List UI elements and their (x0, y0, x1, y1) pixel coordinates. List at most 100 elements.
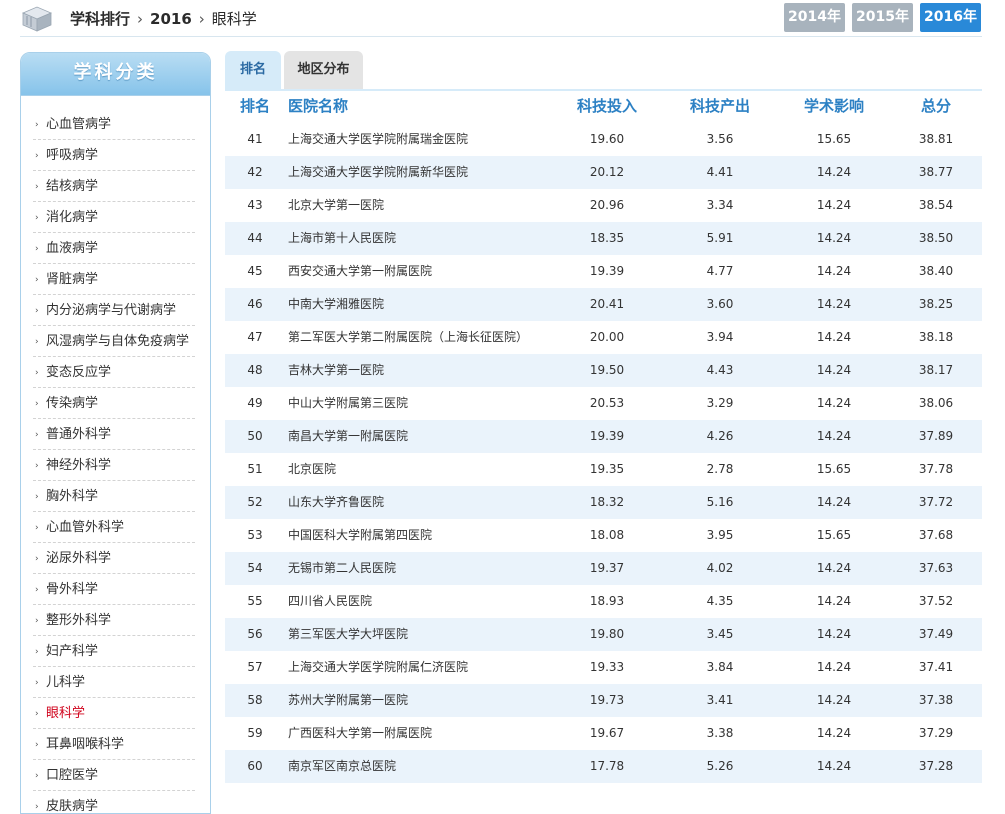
breadcrumb-year[interactable]: 2016 (150, 10, 192, 28)
sidebar-item-label: 普通外科学 (46, 427, 112, 442)
sidebar-item[interactable]: › 血液病学 (33, 234, 195, 264)
table-row: 52 山东大学齐鲁医院 18.32 5.16 14.24 37.72 (225, 486, 982, 519)
breadcrumb-root[interactable]: 学科排行 (70, 10, 130, 28)
sidebar-item[interactable]: › 心血管外科学 (33, 513, 195, 543)
output-cell: 5.26 (706, 759, 734, 773)
bullet-arrow-icon: › (35, 275, 39, 285)
output-cell: 5.16 (706, 495, 734, 509)
sidebar-item-label: 耳鼻咽喉科学 (46, 737, 125, 752)
sidebar-item[interactable]: › 消化病学 (33, 203, 195, 233)
hospital-name-cell[interactable]: 山东大学齐鲁医院 (288, 486, 384, 519)
hospital-name-cell[interactable]: 无锡市第二人民医院 (288, 552, 396, 585)
sidebar-item[interactable]: › 普通外科学 (33, 420, 195, 450)
column-header-rank: 排名 (239, 97, 270, 115)
table-row: 57 上海交通大学医学院附属仁济医院 19.33 3.84 14.24 37.41 (225, 651, 982, 684)
hospital-name-cell[interactable]: 北京大学第一医院 (288, 189, 384, 222)
output-cell: 2.78 (706, 462, 734, 476)
bullet-arrow-icon: › (35, 306, 39, 316)
rank-cell: 42 (247, 165, 263, 179)
bullet-arrow-icon: › (35, 461, 39, 471)
hospital-name-cell[interactable]: 中国医科大学附属第四医院 (288, 519, 432, 552)
year-tab-2015[interactable]: 2015年 (852, 3, 913, 32)
hospital-name-cell[interactable]: 广西医科大学第一附属医院 (288, 717, 432, 750)
investment-cell: 18.08 (589, 528, 625, 542)
total-score-cell: 37.78 (918, 462, 954, 476)
bullet-arrow-icon: › (35, 585, 39, 595)
tab-ranking[interactable]: 排名 (225, 51, 281, 89)
impact-cell: 14.24 (816, 198, 852, 212)
sidebar-item[interactable]: › 儿科学 (33, 668, 195, 698)
investment-cell: 20.41 (589, 297, 625, 311)
impact-cell: 14.24 (816, 363, 852, 377)
bullet-arrow-icon: › (35, 616, 39, 626)
total-score-cell: 37.68 (918, 528, 954, 542)
sidebar-item[interactable]: › 口腔医学 (33, 761, 195, 791)
chevron-right-icon: › (198, 10, 205, 28)
hospital-name-cell[interactable]: 上海交通大学医学院附属仁济医院 (288, 651, 468, 684)
output-cell: 3.84 (706, 660, 734, 674)
rank-cell: 58 (247, 693, 263, 707)
sidebar-item[interactable]: › 内分泌病学与代谢病学 (33, 296, 195, 326)
investment-cell: 18.35 (589, 231, 625, 245)
output-cell: 4.35 (706, 594, 734, 608)
sidebar-item[interactable]: › 整形外科学 (33, 606, 195, 636)
sidebar-item[interactable]: › 皮肤病学 (33, 792, 195, 813)
bullet-arrow-icon: › (35, 802, 39, 812)
sidebar-item[interactable]: › 变态反应学 (33, 358, 195, 388)
hospital-name-cell[interactable]: 四川省人民医院 (288, 585, 372, 618)
hospital-name-cell[interactable]: 上海交通大学医学院附属新华医院 (288, 156, 468, 189)
sidebar-item-label: 泌尿外科学 (46, 551, 112, 566)
total-score-cell: 38.18 (918, 330, 954, 344)
hospital-name-cell[interactable]: 第三军医大学大坪医院 (288, 618, 408, 651)
sidebar-item-label: 整形外科学 (46, 613, 112, 628)
sidebar-item[interactable]: › 神经外科学 (33, 451, 195, 481)
sidebar-item[interactable]: › 风湿病学与自体免疫病学 (33, 327, 195, 357)
investment-cell: 20.12 (589, 165, 625, 179)
sidebar-item[interactable]: › 心血管病学 (33, 110, 195, 140)
hospital-name-cell[interactable]: 南昌大学第一附属医院 (288, 420, 408, 453)
sidebar-item[interactable]: › 眼科学 (33, 699, 195, 729)
impact-cell: 14.24 (816, 396, 852, 410)
sidebar-item[interactable]: › 泌尿外科学 (33, 544, 195, 574)
hospital-name-cell[interactable]: 第二军医大学第二附属医院（上海长征医院） (288, 321, 528, 354)
sidebar-item[interactable]: › 骨外科学 (33, 575, 195, 605)
hospital-name-cell[interactable]: 苏州大学附属第一医院 (288, 684, 408, 717)
total-score-cell: 38.54 (918, 198, 954, 212)
rank-cell: 47 (247, 330, 263, 344)
investment-cell: 18.32 (589, 495, 625, 509)
impact-cell: 14.24 (816, 693, 852, 707)
sidebar-item[interactable]: › 传染病学 (33, 389, 195, 419)
table-row: 45 西安交通大学第一附属医院 19.39 4.77 14.24 38.40 (225, 255, 982, 288)
sidebar-item[interactable]: › 呼吸病学 (33, 141, 195, 171)
impact-cell: 14.24 (816, 594, 852, 608)
bullet-arrow-icon: › (35, 399, 39, 409)
year-tab-2016[interactable]: 2016年 (920, 3, 981, 32)
hospital-name-cell[interactable]: 西安交通大学第一附属医院 (288, 255, 432, 288)
sidebar-item[interactable]: › 肾脏病学 (33, 265, 195, 295)
rank-cell: 43 (247, 198, 263, 212)
hospital-name-cell[interactable]: 吉林大学第一医院 (288, 354, 384, 387)
hospital-name-cell[interactable]: 上海市第十人民医院 (288, 222, 396, 255)
hospital-name-cell[interactable]: 南京军区南京总医院 (288, 750, 396, 783)
output-cell: 3.60 (706, 297, 734, 311)
tab-region[interactable]: 地区分布 (284, 51, 363, 89)
total-score-cell: 37.29 (918, 726, 954, 740)
year-tab-2014[interactable]: 2014年 (784, 3, 845, 32)
hospital-name-cell[interactable]: 中南大学湘雅医院 (288, 288, 384, 321)
sidebar-item[interactable]: › 胸外科学 (33, 482, 195, 512)
hospital-name-cell[interactable]: 北京医院 (288, 453, 336, 486)
sidebar-item[interactable]: › 妇产科学 (33, 637, 195, 667)
bullet-arrow-icon: › (35, 368, 39, 378)
sidebar-item[interactable]: › 结核病学 (33, 172, 195, 202)
investment-cell: 19.37 (589, 561, 625, 575)
impact-cell: 14.24 (816, 726, 852, 740)
ranking-table: 排名 医院名称 科技投入 科技产出 学术影响 总分 41 上海交通大学医学院附属瑞… (225, 91, 982, 783)
impact-cell: 14.24 (816, 495, 852, 509)
hospital-name-cell[interactable]: 上海交通大学医学院附属瑞金医院 (288, 123, 468, 156)
total-score-cell: 37.41 (918, 660, 954, 674)
sidebar-item[interactable]: › 耳鼻咽喉科学 (33, 730, 195, 760)
impact-cell: 14.24 (816, 561, 852, 575)
table-row: 44 上海市第十人民医院 18.35 5.91 14.24 38.50 (225, 222, 982, 255)
total-score-cell: 37.28 (918, 759, 954, 773)
hospital-name-cell[interactable]: 中山大学附属第三医院 (288, 387, 408, 420)
